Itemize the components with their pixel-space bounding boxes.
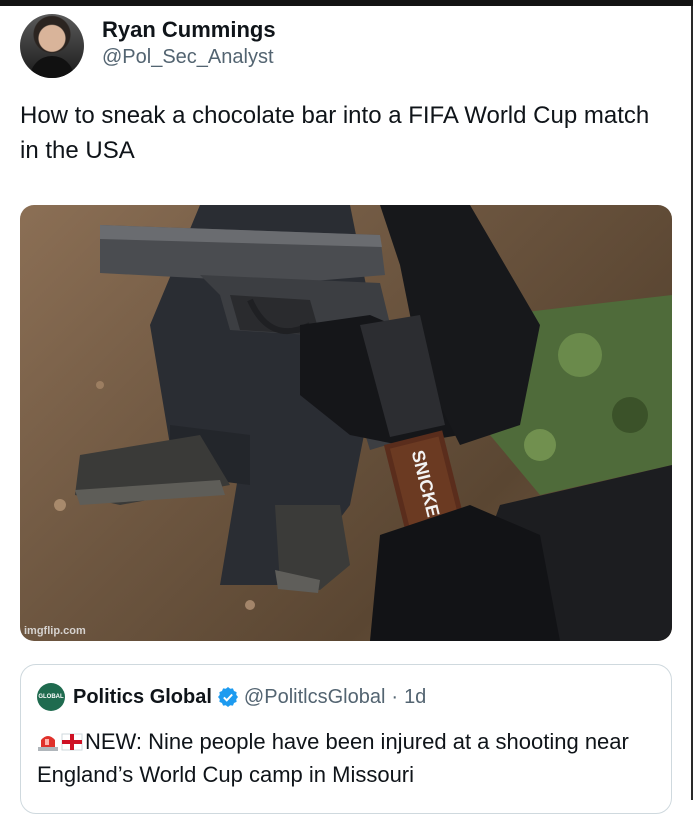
quoted-tweet-text: NEW: Nine people have been injured at a … xyxy=(37,725,657,791)
author-names: Ryan Cummings @Pol_Sec_Analyst xyxy=(102,16,276,70)
quoted-avatar[interactable]: GLOBAL xyxy=(37,683,65,711)
quoted-handle[interactable]: @PolitlcsGlobal xyxy=(244,686,385,709)
tweet-text: How to sneak a chocolate bar into a FIFA… xyxy=(20,102,650,164)
tweet-image[interactable]: SNICKERS imgflip.com xyxy=(20,205,672,641)
quoted-tweet[interactable]: GLOBAL Politics Global @PolitlcsGlobal ·… xyxy=(20,664,672,814)
rotating-light-icon xyxy=(38,736,58,751)
avatar[interactable] xyxy=(20,14,84,78)
quoted-display-name[interactable]: Politics Global xyxy=(73,686,212,709)
england-flag-icon xyxy=(61,733,83,751)
quoted-avatar-text: GLOBAL xyxy=(38,694,64,700)
meme-photo: SNICKERS xyxy=(54,205,672,641)
display-name[interactable]: Ryan Cummings xyxy=(102,16,276,44)
watermark: imgflip.com xyxy=(24,625,86,637)
quoted-text-body: NEW: Nine people have been injured at a … xyxy=(37,729,629,787)
user-handle[interactable]: @Pol_Sec_Analyst xyxy=(102,44,276,70)
quoted-tweet-header: GLOBAL Politics Global @PolitlcsGlobal ·… xyxy=(37,683,426,711)
tweet-header: Ryan Cummings @Pol_Sec_Analyst xyxy=(20,14,276,78)
top-bar xyxy=(0,0,693,6)
quoted-timestamp[interactable]: 1d xyxy=(404,686,426,709)
verified-badge-icon xyxy=(217,687,238,707)
separator-dot: · xyxy=(391,685,399,708)
